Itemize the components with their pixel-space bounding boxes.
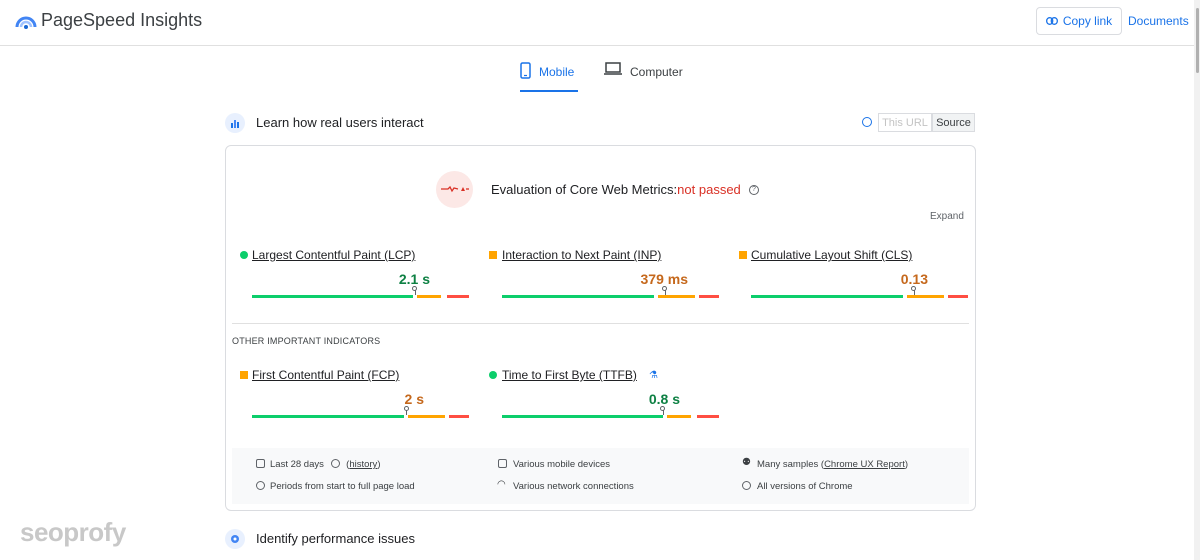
lcp-value: 2.1 s [398,271,430,287]
laptop-icon [604,62,622,75]
app-title: PageSpeed Insights [41,10,203,30]
field-section-title: Learn how real users interact [256,115,424,130]
bar-segment-good [252,295,413,298]
cls-status-icon [739,251,747,259]
people-icon: ⚉ [742,457,751,468]
history-help-icon[interactable] [330,459,340,468]
network-info: Various network connections [513,481,634,492]
calendar-icon [256,459,265,468]
lcp-status-icon [240,251,248,259]
fcp-status-icon [240,371,248,379]
copy-link-label: Copy link [1062,14,1113,28]
bar-segment-average [416,295,441,298]
bar-segment-average [666,415,691,418]
percentile-marker-pin [403,406,409,411]
ttfb-status-icon [489,371,497,379]
performance-issues-icon [225,529,245,549]
bar-segment-good [502,295,654,298]
other-indicators-title: OTHER IMPORTANT INDICATORS [232,336,381,346]
info-icon[interactable] [862,117,872,127]
ttfb-value: 0.8 s [648,391,680,407]
fcp-value: 2 s [404,391,424,407]
tab-mobile-label: Mobile [539,65,575,79]
samples-suffix: ) [904,459,909,470]
tab-computer[interactable]: Computer [604,62,683,92]
bar-segment-good [502,415,663,418]
collection-details-box [232,448,969,504]
expand-button[interactable]: Expand [930,211,964,222]
bar-segment-poor [447,295,469,298]
cls-label[interactable]: Cumulative Layout Shift (CLS) [751,248,912,262]
period-info: Last 28 days (history) [270,459,381,470]
crux-report-link[interactable]: Chrome UX Report [824,459,905,470]
bar-segment-average [907,295,945,298]
bar-segment-poor [699,295,719,298]
this-url-toggle[interactable]: This URL [878,113,932,132]
bar-segment-poor [697,415,719,418]
bar-segment-good [252,415,404,418]
inp-label[interactable]: Interaction to Next Paint (INP) [502,248,661,262]
chrome-info: All versions of Chrome [757,481,853,492]
documents-link[interactable]: Documents [1128,14,1189,28]
bar-segment-poor [948,295,968,298]
timer-icon [256,481,265,490]
failed-assessment-icon [436,171,473,208]
watermark: seoprofy [20,517,126,547]
tab-computer-label: Computer [630,65,683,79]
section-divider [232,323,969,324]
next-section-title: Identify performance issues [256,531,415,546]
samples-prefix: Many samples ( [757,459,825,470]
period-text: Last 28 days [270,459,324,470]
history-link[interactable]: history [349,459,377,470]
help-icon[interactable]: ? [749,185,759,195]
phone-icon [520,62,531,79]
wifi-icon: ◠ [497,479,506,490]
devices-info: Various mobile devices [513,459,610,470]
evaluation-text: Evaluation of Core Web Metrics:not passe… [491,182,741,197]
pagespeed-logo-icon [15,16,37,29]
bar-segment-poor [449,415,469,418]
chrome-icon [742,481,751,490]
scrollbar-thumb[interactable] [1196,8,1199,73]
users-data-icon [225,113,245,133]
cls-value: 0.13 [900,271,928,287]
copy-link-button[interactable]: Copy link [1036,7,1122,35]
fcp-label[interactable]: First Contentful Paint (FCP) [252,368,399,382]
devices-icon [498,459,507,468]
tab-mobile[interactable]: Mobile [520,62,578,92]
bar-segment-average [658,295,696,298]
link-icon [1045,17,1058,25]
inp-value: 379 ms [640,271,688,287]
bar-segment-good [751,295,903,298]
source-toggle[interactable]: Source [932,113,975,132]
page-load-info: Periods from start to full page load [270,481,415,492]
evaluation-prefix: Evaluation of Core Web Metrics: [491,182,678,197]
evaluation-status: not passed [677,182,741,197]
bar-segment-average [408,415,446,418]
ttfb-label[interactable]: Time to First Byte (TTFB) [502,368,637,382]
lcp-label[interactable]: Largest Contentful Paint (LCP) [252,248,415,262]
inp-status-icon [489,251,497,259]
scrollbar-track[interactable] [1194,0,1200,560]
experimental-flask-icon: ⚗ [649,370,658,381]
samples-info: Many samples (Chrome UX Report) [757,459,908,470]
